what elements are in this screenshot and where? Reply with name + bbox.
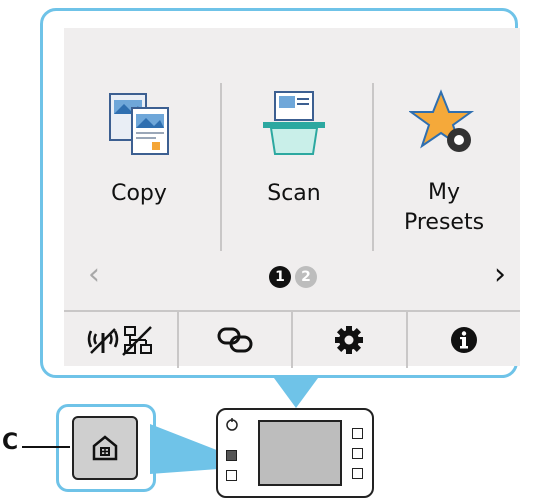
power-icon — [226, 418, 238, 431]
panel-home-key — [226, 450, 237, 461]
panel-key — [352, 448, 363, 459]
panel-key — [226, 470, 237, 481]
panel-key — [352, 428, 363, 439]
panel-screen — [258, 420, 342, 486]
panel-key — [352, 468, 363, 479]
